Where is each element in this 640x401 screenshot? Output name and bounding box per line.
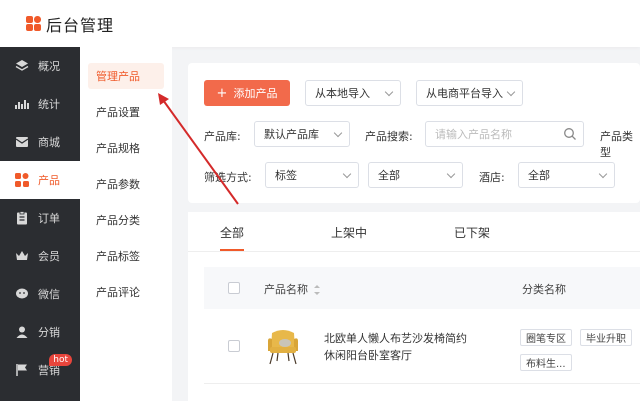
annotation-arrow (158, 93, 239, 205)
